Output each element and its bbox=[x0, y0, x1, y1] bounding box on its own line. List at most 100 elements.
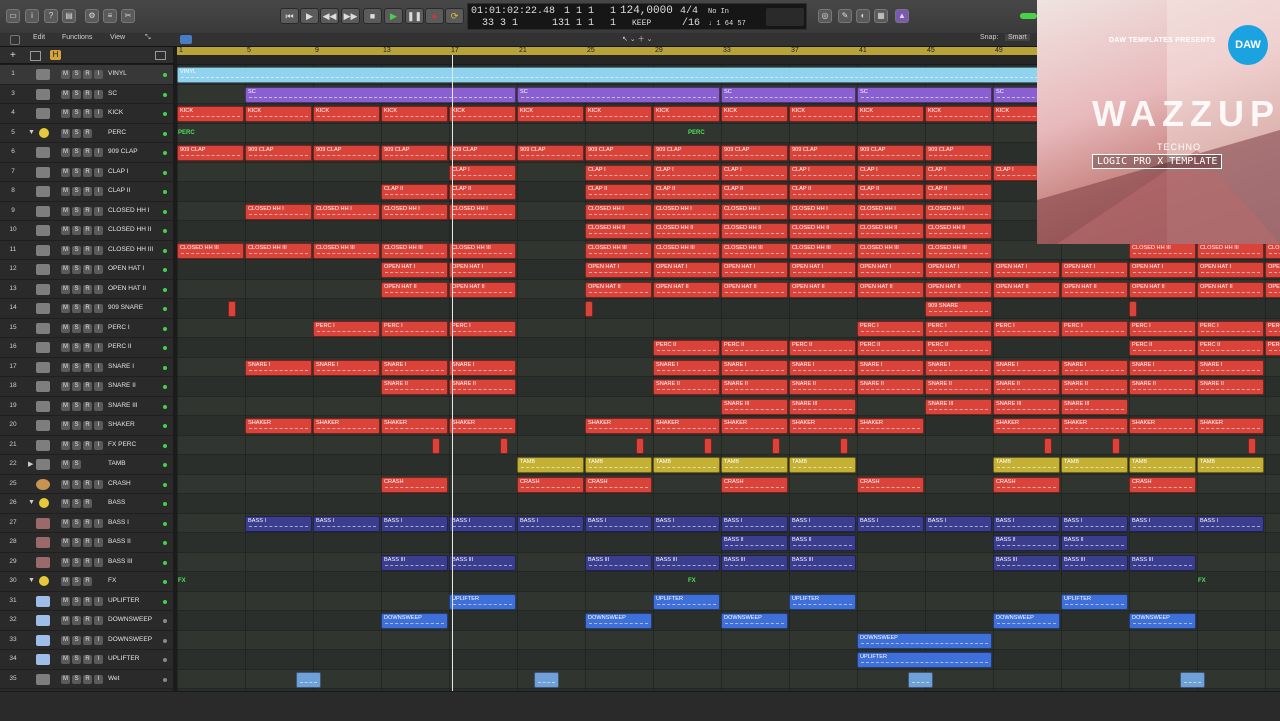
global-tracks-icon[interactable] bbox=[155, 51, 166, 60]
region[interactable]: CLOSED HH I bbox=[449, 203, 516, 220]
view-menu[interactable]: View bbox=[110, 34, 125, 41]
region[interactable]: CLAP II bbox=[721, 184, 788, 200]
region[interactable]: SHAKER bbox=[381, 418, 448, 434]
input-monitor-button[interactable]: I bbox=[94, 557, 103, 567]
solo-button[interactable]: S bbox=[72, 518, 81, 528]
track-on-indicator[interactable] bbox=[163, 170, 167, 175]
track-on-indicator[interactable] bbox=[163, 677, 167, 682]
region[interactable]: CLOSED HH III bbox=[449, 242, 516, 259]
track-name[interactable]: 909 SNARE bbox=[108, 304, 143, 311]
solo-button[interactable]: S bbox=[72, 304, 81, 313]
edit-menu[interactable]: Edit bbox=[33, 34, 45, 41]
track-header[interactable]: 19 M S R I SNARE III bbox=[0, 397, 173, 416]
region[interactable]: SNARE III bbox=[789, 398, 856, 415]
region[interactable]: SNARE II bbox=[381, 379, 448, 395]
region[interactable]: SHAKER bbox=[1061, 418, 1128, 434]
region[interactable]: PERC II bbox=[721, 340, 788, 356]
region[interactable]: SNARE I bbox=[1197, 359, 1264, 376]
loops-icon[interactable]: ◐ bbox=[856, 9, 870, 23]
region[interactable]: BASS III bbox=[789, 554, 856, 571]
solo-button[interactable]: S bbox=[72, 616, 81, 625]
region[interactable]: CLOSED HH III bbox=[1197, 244, 1264, 259]
region[interactable]: BASS II bbox=[993, 535, 1037, 551]
region[interactable]: VINYL bbox=[177, 67, 1037, 83]
region[interactable]: CLOSED HH III bbox=[585, 242, 652, 259]
region[interactable]: 909 CLAP bbox=[789, 145, 856, 161]
track-name[interactable]: VINYL bbox=[108, 70, 127, 77]
region[interactable]: SNARE I bbox=[653, 359, 720, 376]
region[interactable]: UPLIFTER bbox=[857, 652, 992, 668]
track-header[interactable]: 34 M S R I UPLIFTER bbox=[0, 650, 173, 670]
region[interactable]: OPEN HAT II bbox=[993, 281, 1037, 298]
track-name[interactable]: SHAKER bbox=[108, 421, 135, 428]
solo-button[interactable]: S bbox=[72, 226, 81, 235]
solo-button[interactable]: S bbox=[72, 382, 81, 391]
region[interactable]: PERC I bbox=[449, 320, 516, 337]
mute-button[interactable]: M bbox=[61, 557, 70, 567]
region[interactable]: CRASH bbox=[1037, 476, 1060, 493]
track-name[interactable]: UPLIFTER bbox=[108, 655, 139, 662]
track-header[interactable]: 5 ▼ M S R PERC bbox=[0, 124, 173, 143]
track-name[interactable]: BASS bbox=[108, 499, 125, 506]
track-header[interactable]: 26 ▼ M S R BASS bbox=[0, 494, 173, 514]
region[interactable]: 909 SNARE bbox=[925, 301, 992, 317]
region[interactable]: 909 CLAP bbox=[585, 145, 652, 161]
inspector-icon[interactable]: i bbox=[25, 9, 39, 23]
mute-button[interactable]: M bbox=[61, 655, 70, 664]
region[interactable]: SC bbox=[721, 86, 856, 103]
disclosure-triangle-icon[interactable]: ▼ bbox=[28, 129, 35, 136]
region[interactable]: SNARE I bbox=[1129, 359, 1196, 376]
region[interactable]: DOWNSWEEP bbox=[721, 613, 788, 629]
mute-button[interactable]: M bbox=[61, 362, 70, 372]
region[interactable]: PERC II bbox=[1265, 340, 1280, 356]
region[interactable]: SHAKER bbox=[1197, 418, 1264, 434]
input-monitor-button[interactable]: I bbox=[94, 284, 103, 294]
region[interactable]: 909 CLAP bbox=[449, 145, 516, 161]
region[interactable] bbox=[500, 437, 508, 454]
mute-button[interactable]: M bbox=[61, 167, 70, 177]
lcd-display[interactable]: 01:01:02:22.48 33 3 1 1 1 1 131 1 1 1 1 … bbox=[467, 3, 807, 30]
region[interactable]: SNARE II bbox=[1129, 379, 1196, 395]
input-monitor-button[interactable]: I bbox=[94, 70, 103, 79]
region[interactable]: PERC I bbox=[1197, 320, 1264, 337]
region[interactable]: OPEN HAT II bbox=[653, 281, 720, 298]
track-name[interactable]: FX bbox=[108, 577, 116, 584]
track-on-indicator[interactable] bbox=[163, 385, 167, 389]
input-monitor-button[interactable]: I bbox=[94, 89, 103, 99]
record-enable-button[interactable]: R bbox=[83, 362, 92, 372]
region[interactable]: 909 CLAP bbox=[177, 145, 244, 161]
stop-icon[interactable]: ■ bbox=[363, 8, 382, 24]
track-header[interactable]: 28 M S R I BASS II bbox=[0, 533, 173, 553]
track-header[interactable]: 30 ▼ M S R FX bbox=[0, 572, 173, 592]
track-name[interactable]: CLOSED HH III bbox=[108, 246, 153, 253]
solo-button[interactable]: S bbox=[72, 674, 81, 684]
region[interactable]: 909 CLAP bbox=[721, 145, 788, 161]
record-enable-button[interactable]: R bbox=[83, 128, 92, 138]
track-header[interactable]: 17 M S R I SNARE I bbox=[0, 358, 173, 377]
region[interactable]: BASS III bbox=[1037, 554, 1060, 571]
record-enable-button[interactable]: R bbox=[83, 245, 92, 255]
region[interactable]: OPEN HAT II bbox=[1265, 281, 1280, 298]
input-monitor-button[interactable]: I bbox=[94, 440, 103, 450]
region[interactable]: PERC I bbox=[381, 320, 448, 337]
track-name[interactable]: CLAP I bbox=[108, 168, 128, 175]
track-lane[interactable] bbox=[1037, 494, 1280, 514]
track-lane[interactable] bbox=[177, 435, 1037, 455]
track-header[interactable]: 22 ▶ M S TAMB bbox=[0, 455, 173, 475]
region[interactable]: OPEN HAT I bbox=[585, 262, 652, 278]
region[interactable]: CLOSED HH I bbox=[653, 203, 720, 220]
mute-button[interactable]: M bbox=[61, 577, 70, 586]
region[interactable]: BASS I bbox=[925, 515, 992, 532]
region[interactable]: PERC II bbox=[925, 340, 992, 356]
region[interactable]: OPEN HAT II bbox=[381, 281, 448, 298]
region[interactable]: SNARE II bbox=[653, 379, 720, 395]
track-on-indicator[interactable] bbox=[163, 560, 167, 565]
region[interactable]: TAMB bbox=[1037, 457, 1060, 473]
region[interactable]: DOWNSWEEP bbox=[585, 613, 652, 629]
region[interactable]: OPEN HAT I bbox=[381, 262, 448, 278]
region[interactable]: TAMB bbox=[1197, 457, 1264, 473]
track-on-indicator[interactable] bbox=[163, 307, 167, 311]
folder-region-label[interactable]: FX bbox=[178, 578, 186, 584]
region[interactable]: SNARE I bbox=[789, 359, 856, 376]
track-header[interactable]: 25 M S R I CRASH bbox=[0, 475, 173, 494]
